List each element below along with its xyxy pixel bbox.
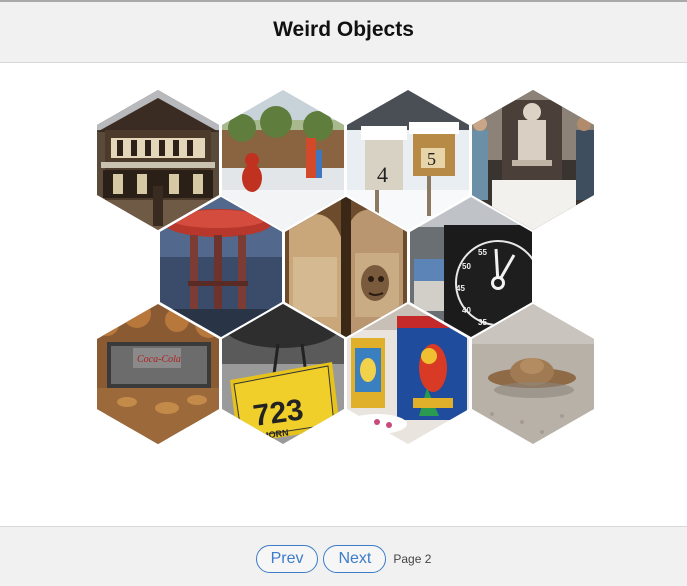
next-button[interactable]: Next [323, 545, 387, 573]
footer-bar: Prev Next Page 2 [0, 526, 687, 586]
svg-text:55: 55 [478, 248, 487, 257]
svg-text:4: 4 [377, 162, 388, 187]
page-indicator: Page 2 [393, 552, 432, 566]
svg-text:Coca-Cola: Coca-Cola [137, 354, 181, 365]
pagination: Prev Next Page 2 [0, 545, 687, 573]
prev-button[interactable]: Prev [255, 545, 319, 573]
svg-text:40: 40 [462, 306, 471, 315]
svg-text:723: 723 [251, 393, 305, 433]
hex-gallery: 4 5 55 50 45 40 35 Coca-Cola 723 HORN [0, 0, 687, 586]
svg-text:45: 45 [456, 284, 465, 293]
svg-text:5: 5 [427, 149, 436, 169]
svg-text:35: 35 [478, 318, 487, 327]
svg-text:50: 50 [462, 262, 471, 271]
